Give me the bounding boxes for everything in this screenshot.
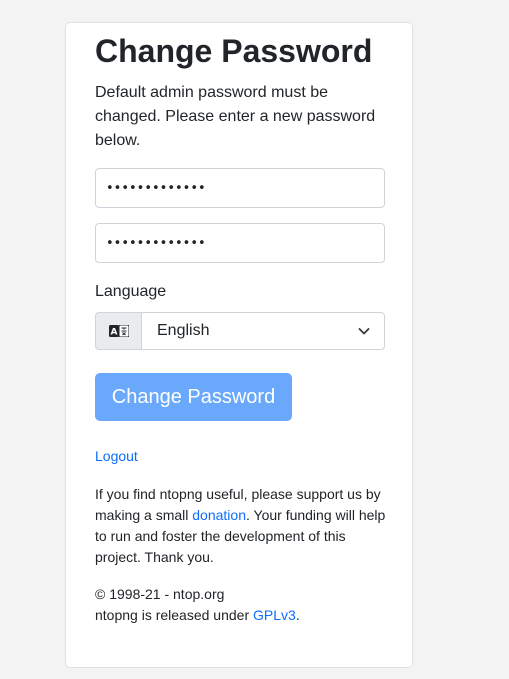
- gplv3-link[interactable]: GPLv3: [253, 607, 296, 623]
- footer: © 1998-21 - ntop.org ntopng is released u…: [95, 584, 387, 626]
- change-password-card: Change Password Default admin password m…: [65, 22, 413, 668]
- license-text-after: .: [295, 607, 300, 623]
- intro-text: Default admin password must be changed. …: [95, 84, 376, 149]
- new-password-input[interactable]: [95, 168, 385, 208]
- language-icon: A: [95, 312, 141, 350]
- support-text: If you find ntopng useful, please suppor…: [95, 484, 387, 568]
- chevron-down-icon: [358, 328, 370, 335]
- language-selected-value: English: [157, 322, 210, 339]
- license-text-before: ntopng is released under: [95, 607, 253, 623]
- donation-link[interactable]: donation: [192, 507, 246, 523]
- language-label: Language: [95, 283, 167, 300]
- svg-text:A: A: [110, 328, 117, 338]
- language-select[interactable]: English: [141, 312, 385, 350]
- logout-link[interactable]: Logout: [95, 447, 138, 465]
- confirm-password-input[interactable]: [95, 223, 385, 263]
- copyright-text: © 1998-21 - ntop.org: [95, 586, 225, 602]
- change-password-button[interactable]: Change Password: [95, 373, 292, 421]
- page-title: Change Password: [95, 33, 373, 69]
- language-selector: A English: [95, 312, 385, 350]
